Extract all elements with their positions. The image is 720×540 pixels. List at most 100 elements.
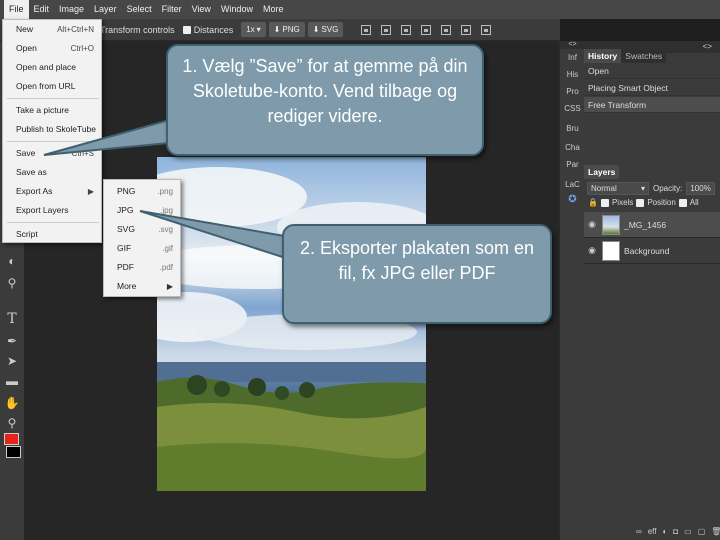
export-png-button[interactable]: ⬇ PNG: [268, 22, 305, 37]
mask-icon[interactable]: ◘: [673, 527, 678, 536]
menu-window[interactable]: Window: [216, 0, 258, 19]
export-svg-button[interactable]: ⬇ SVG: [307, 22, 344, 37]
dock-brush[interactable]: Bru: [560, 124, 585, 133]
history-row[interactable]: Placing Smart Object: [584, 80, 720, 96]
document-canvas[interactable]: [157, 157, 426, 491]
align-center-icon[interactable]: [381, 24, 392, 35]
export-svg[interactable]: SVG .svg: [104, 220, 180, 239]
folder-icon[interactable]: ▭: [684, 527, 692, 536]
menu-filter[interactable]: Filter: [157, 0, 187, 19]
align-left-icon[interactable]: [361, 24, 372, 35]
lock-all-checkbox[interactable]: [678, 198, 687, 207]
layers-tabs: Layers: [584, 165, 720, 179]
submenu-arrow-icon: ▶: [87, 187, 94, 196]
blend-mode-select[interactable]: Normal ▾: [587, 182, 649, 195]
menu-item-save-as[interactable]: Save as: [3, 163, 101, 182]
align-bottom-icon[interactable]: [461, 24, 472, 35]
menu-select[interactable]: Select: [122, 0, 157, 19]
menu-more[interactable]: More: [258, 0, 289, 19]
dock-info[interactable]: Inf: [560, 53, 585, 62]
tool-zoom-icon[interactable]: ⚲: [3, 415, 21, 431]
menu-item-script[interactable]: Script: [3, 225, 101, 244]
collapse-arrows-icon[interactable]: <>: [560, 41, 585, 49]
menu-item-export-layers[interactable]: Export Layers: [3, 201, 101, 220]
export-as-submenu: PNG .png JPG .jpg SVG .svg GIF .gif PDF .pdf …: [103, 179, 181, 297]
export-gif[interactable]: GIF .gif: [104, 239, 180, 258]
export-jpg[interactable]: JPG .jpg: [104, 201, 180, 220]
export-ext: .png: [157, 187, 173, 196]
eye-icon[interactable]: ◉: [586, 219, 598, 230]
menu-divider: [7, 98, 99, 99]
effects-icon[interactable]: eff: [648, 527, 657, 536]
history-row[interactable]: Free Transform: [584, 97, 720, 113]
tool-gradient-icon[interactable]: ◐: [3, 253, 21, 269]
transform-controls-toggle[interactable]: Transform controls: [100, 25, 175, 35]
export-more[interactable]: More ▶: [104, 277, 180, 296]
distances-toggle[interactable]: Distances: [182, 25, 233, 35]
new-layer-icon[interactable]: ▢: [698, 527, 706, 536]
eye-icon[interactable]: ◉: [586, 245, 598, 256]
layer-options-row: Normal ▾ Opacity: 100%: [587, 182, 717, 195]
tool-select-icon[interactable]: ➤: [3, 353, 21, 369]
dock-history[interactable]: His: [560, 70, 585, 79]
menu-item-open-and-place[interactable]: Open and place: [3, 58, 101, 77]
menu-item-open[interactable]: Open Ctrl+O: [3, 39, 101, 58]
tool-shape-icon[interactable]: ▬: [3, 373, 21, 389]
foreground-color-swatch[interactable]: [4, 433, 19, 445]
export-pdf[interactable]: PDF .pdf: [104, 258, 180, 277]
dock-properties[interactable]: Pro: [560, 87, 585, 96]
download-icon: ⬇: [273, 25, 281, 34]
menu-item-publish-skoletube[interactable]: Publish to SkoleTube: [3, 120, 101, 139]
lock-position-checkbox[interactable]: [636, 198, 645, 207]
tab-layers[interactable]: Layers: [584, 165, 620, 179]
dock-character[interactable]: Cha: [560, 143, 585, 152]
dock-css[interactable]: CSS: [560, 104, 585, 113]
layer-row[interactable]: ◉ _MG_1456: [584, 212, 720, 238]
menu-view[interactable]: View: [187, 0, 216, 19]
plugin-icon[interactable]: ✪: [560, 194, 585, 205]
menu-file[interactable]: File: [4, 0, 29, 19]
svg-label: SVG: [321, 25, 339, 34]
menu-item-new[interactable]: New Alt+Ctrl+N: [3, 20, 101, 39]
tool-dodge-icon[interactable]: ⚲: [3, 275, 21, 291]
lock-pixels-checkbox[interactable]: [600, 198, 609, 207]
landscape-photo: [157, 167, 426, 491]
menu-item-take-picture[interactable]: Take a picture: [3, 101, 101, 120]
history-row[interactable]: Open: [584, 63, 720, 79]
lock-all-label: All: [689, 198, 699, 207]
dock-paragraph[interactable]: Par: [560, 160, 585, 169]
menu-edit[interactable]: Edit: [29, 0, 55, 19]
distribute-icon[interactable]: [481, 24, 492, 35]
background-color-swatch[interactable]: [6, 446, 21, 458]
menu-image[interactable]: Image: [54, 0, 89, 19]
lock-position-label: Position: [647, 198, 676, 207]
align-right-icon[interactable]: [401, 24, 412, 35]
link-icon[interactable]: ∞: [636, 527, 642, 536]
tab-swatches[interactable]: Swatches: [621, 49, 667, 63]
tool-text-icon[interactable]: T: [3, 311, 21, 327]
zoom-select[interactable]: 1x ▾: [241, 22, 266, 37]
dock-layer-comps[interactable]: LaC: [560, 180, 585, 189]
align-middle-icon[interactable]: [441, 24, 452, 35]
adjustment-icon[interactable]: ◐: [662, 527, 667, 536]
layer-row[interactable]: ◉ Background: [584, 238, 720, 264]
tool-hand-icon[interactable]: ✋: [3, 395, 21, 411]
export-label: PNG: [117, 186, 136, 196]
distances-checkbox[interactable]: [182, 25, 191, 34]
menu-layer[interactable]: Layer: [89, 0, 122, 19]
align-top-icon[interactable]: [421, 24, 432, 35]
layer-thumbnail: [602, 214, 620, 235]
layer-name: Background: [624, 245, 670, 256]
export-png[interactable]: PNG .png: [104, 182, 180, 201]
menu-item-save[interactable]: Save Ctrl+S: [3, 144, 101, 163]
trash-icon[interactable]: 🗑: [711, 527, 720, 536]
file-menu: New Alt+Ctrl+N Open Ctrl+O Open and place …: [2, 19, 102, 243]
layer-thumbnail: [602, 240, 620, 261]
tab-history[interactable]: History: [584, 49, 622, 63]
export-label: JPG: [117, 205, 134, 215]
tool-pen-icon[interactable]: ✒: [3, 333, 21, 349]
menu-item-export-as[interactable]: Export As ▶: [3, 182, 101, 201]
menu-item-open-from-url[interactable]: Open from URL: [3, 77, 101, 96]
opacity-input[interactable]: 100%: [686, 182, 715, 195]
menu-item-label: Open: [16, 43, 37, 53]
